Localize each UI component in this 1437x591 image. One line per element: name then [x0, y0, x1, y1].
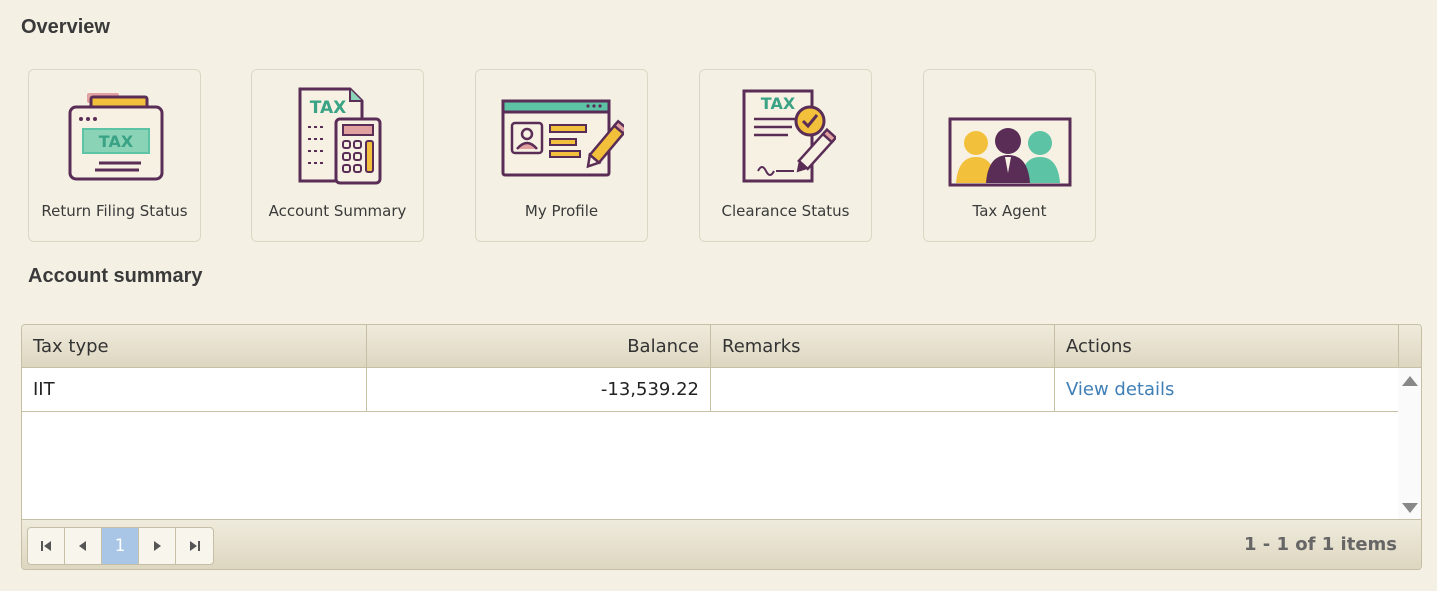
tile-clearance-status[interactable]: TAX Clearance Status	[699, 69, 872, 242]
next-page-icon	[154, 541, 161, 551]
tile-my-profile[interactable]: My Profile	[475, 69, 648, 242]
next-page-button[interactable]	[139, 528, 176, 564]
cell-tax-type: IIT	[22, 368, 367, 411]
profile-card-icon	[476, 84, 647, 190]
pager-buttons: 1	[27, 527, 214, 565]
scroll-down-icon[interactable]	[1402, 503, 1418, 513]
overview-title: Overview	[21, 16, 110, 38]
previous-page-button[interactable]	[65, 528, 102, 564]
tax-calculator-icon: TAX	[252, 84, 423, 190]
tile-tax-agent[interactable]: Tax Agent	[923, 69, 1096, 242]
grid-body: IIT -13,539.22 View details	[22, 368, 1398, 519]
cell-remarks	[711, 368, 1055, 411]
tile-label: Tax Agent	[972, 202, 1047, 220]
grid-header: Tax type Balance Remarks Actions	[22, 325, 1421, 368]
tax-clearance-icon: TAX	[700, 84, 871, 190]
header-scroll-spacer	[1399, 325, 1421, 368]
previous-page-icon	[79, 541, 86, 551]
pager-info: 1 - 1 of 1 items	[1243, 534, 1397, 555]
tile-label: My Profile	[524, 202, 599, 220]
column-header-actions[interactable]: Actions	[1055, 325, 1399, 368]
tax-agent-icon	[924, 84, 1095, 190]
view-details-link[interactable]: View details	[1055, 368, 1398, 411]
tile-label: Account Summary	[268, 202, 407, 220]
page-number-button[interactable]: 1	[102, 528, 139, 564]
table-row: IIT -13,539.22 View details	[22, 368, 1398, 412]
column-header-tax-type[interactable]: Tax type	[22, 325, 367, 368]
tile-account-summary[interactable]: TAX Account Summary	[251, 69, 424, 242]
last-page-button[interactable]	[176, 528, 213, 564]
first-page-icon	[41, 541, 51, 551]
account-summary-grid: Tax type Balance Remarks Actions IIT -13…	[21, 324, 1422, 570]
tax-folder-icon: TAX	[29, 84, 200, 190]
column-header-balance[interactable]: Balance	[367, 325, 711, 368]
grid-pager: 1 1 - 1 of 1 items	[22, 519, 1421, 569]
tile-label: Clearance Status	[721, 202, 850, 220]
cell-balance: -13,539.22	[367, 368, 711, 411]
account-summary-title: Account summary	[28, 265, 203, 287]
svg-text:TAX: TAX	[309, 98, 346, 118]
column-header-remarks[interactable]: Remarks	[711, 325, 1055, 368]
first-page-button[interactable]	[28, 528, 65, 564]
svg-text:TAX: TAX	[98, 132, 133, 151]
vertical-scrollbar[interactable]	[1398, 368, 1421, 519]
tile-label: Return Filing Status	[41, 202, 188, 220]
scroll-up-icon[interactable]	[1402, 376, 1418, 386]
tile-return-filing-status[interactable]: TAX Return Filing Status	[28, 69, 201, 242]
svg-text:TAX: TAX	[760, 94, 795, 113]
last-page-icon	[189, 541, 200, 551]
